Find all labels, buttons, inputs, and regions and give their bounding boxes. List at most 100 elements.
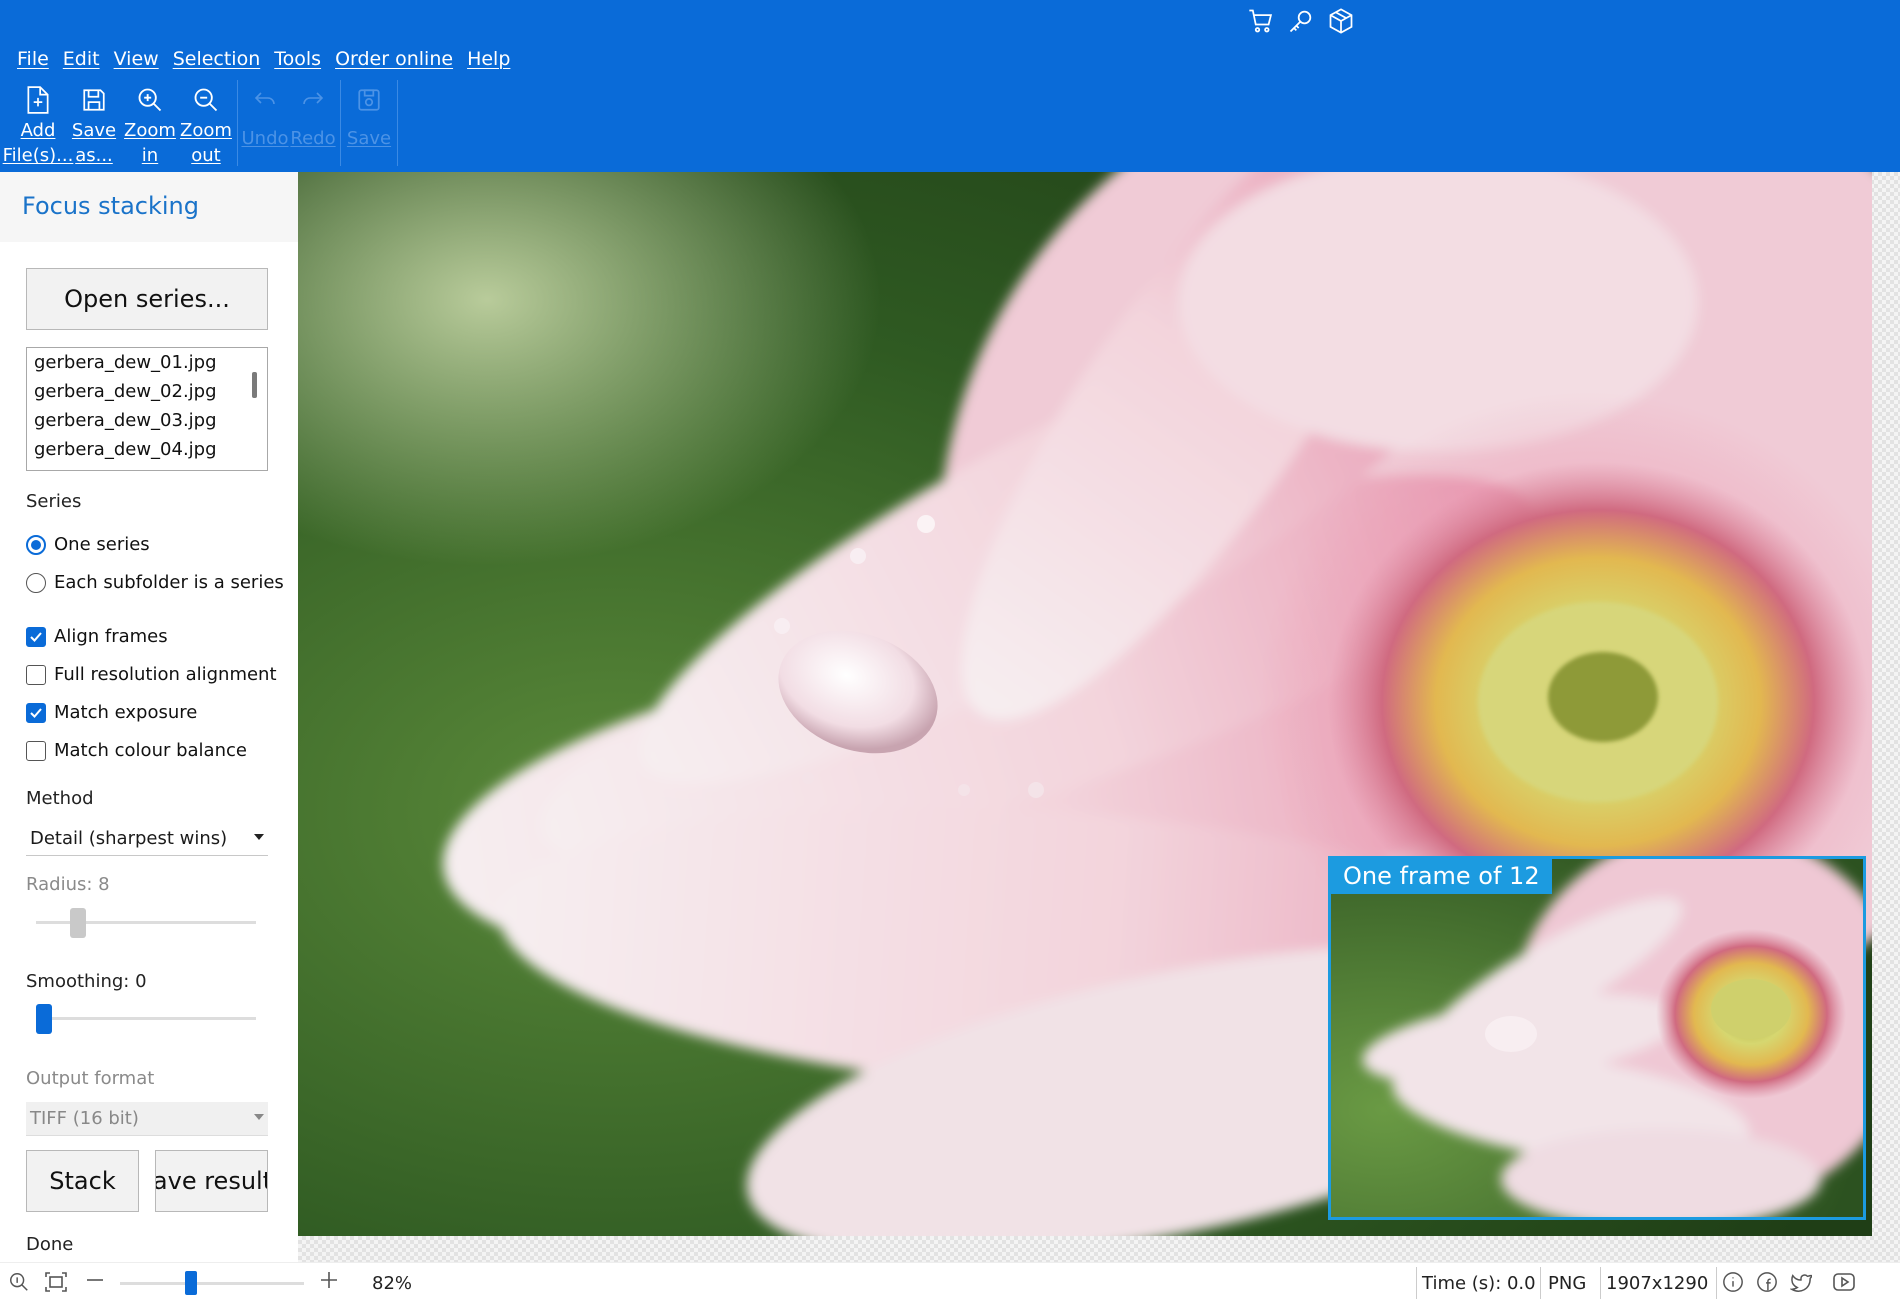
menu-selection[interactable]: Selection [166, 46, 268, 72]
undo-icon [252, 82, 278, 118]
checkbox-full-resolution-alignment[interactable]: Full resolution alignment [26, 664, 277, 685]
redo-icon [300, 82, 326, 118]
inset-label: One frame of 12 [1331, 859, 1552, 894]
save-icon [81, 82, 107, 118]
menu-view[interactable]: View [107, 46, 166, 72]
status-divider [1600, 1267, 1601, 1299]
zoom-reset-icon[interactable] [8, 1271, 30, 1293]
radius-slider[interactable] [36, 908, 256, 938]
sidebar-panel: Focus stacking Open series... gerbera_de… [0, 172, 298, 1270]
file-list-scrollbar[interactable] [252, 372, 257, 398]
status-divider [1540, 1267, 1541, 1299]
menu-tools[interactable]: Tools [267, 46, 328, 72]
top-icons [1246, 6, 1356, 36]
redo-button[interactable]: Redo [289, 80, 337, 168]
save-result-button[interactable]: Save result... [155, 1150, 268, 1212]
radius-slider-thumb[interactable] [70, 908, 86, 938]
key-icon[interactable] [1286, 6, 1316, 36]
series-label: Series [26, 491, 82, 512]
checkbox[interactable] [26, 664, 46, 685]
checkbox-label: Match exposure [54, 702, 198, 723]
menu-order-online[interactable]: Order online [328, 46, 460, 72]
zoom-slider-thumb[interactable] [185, 1271, 197, 1295]
zoom-in-icon[interactable] [318, 1269, 340, 1291]
checkbox[interactable] [26, 626, 46, 647]
zoom-in-label-1: Zoom [124, 120, 176, 141]
checkmark-icon [30, 631, 42, 642]
list-item[interactable]: gerbera_dew_01.jpg [27, 348, 267, 377]
save-as-button[interactable]: Save as... [66, 80, 122, 168]
facebook-icon[interactable] [1756, 1271, 1778, 1293]
menu-bar: File Edit View Selection Tools Order onl… [10, 46, 517, 72]
method-label: Method [26, 788, 94, 809]
file-list[interactable]: gerbera_dew_01.jpg gerbera_dew_02.jpg ge… [26, 347, 268, 471]
save-result-label: Save result... [156, 1167, 267, 1195]
stack-button[interactable]: Stack [26, 1150, 139, 1212]
open-series-button[interactable]: Open series... [26, 268, 268, 330]
slider-track [36, 1017, 256, 1020]
radio-label: One series [54, 534, 150, 555]
undo-label: Undo [241, 128, 289, 149]
app-header: File Edit View Selection Tools Order onl… [0, 0, 1900, 172]
slider-track [36, 921, 256, 924]
checkbox-align-frames[interactable]: Align frames [26, 626, 168, 647]
redo-label: Redo [290, 128, 336, 149]
smoothing-slider-thumb[interactable] [36, 1004, 52, 1034]
output-format-value: TIFF (16 bit) [30, 1108, 139, 1129]
zoom-slider[interactable] [120, 1271, 304, 1295]
method-select[interactable]: Detail (sharpest wins) [26, 822, 268, 856]
zoom-in-button[interactable]: Zoom in [122, 80, 178, 168]
status-divider [1716, 1267, 1717, 1299]
info-icon[interactable] [1722, 1271, 1744, 1293]
checkbox[interactable] [26, 702, 46, 723]
frame-preview-inset[interactable]: One frame of 12 [1328, 856, 1866, 1220]
checkbox[interactable] [26, 740, 46, 761]
box-icon[interactable] [1326, 6, 1356, 36]
frame-preview-image [1331, 859, 1863, 1217]
image-canvas[interactable]: One frame of 12 [298, 172, 1900, 1270]
zoom-level: 82% [372, 1273, 413, 1294]
save-result-toolbar-button[interactable]: Save [344, 80, 394, 168]
toolbar-separator [397, 80, 398, 166]
list-item[interactable]: gerbera_dew_03.jpg [27, 406, 267, 435]
checkbox-label: Full resolution alignment [54, 664, 277, 685]
list-item[interactable]: gerbera_dew_02.jpg [27, 377, 267, 406]
image-dimensions: 1907x1290 [1606, 1273, 1709, 1294]
status-text: Done [26, 1234, 74, 1255]
add-file-icon [25, 82, 51, 118]
zoom-in-icon [136, 82, 164, 118]
fit-screen-icon[interactable] [44, 1271, 68, 1293]
twitter-icon[interactable] [1790, 1271, 1812, 1293]
add-files-label-1: Add [20, 120, 56, 141]
menu-help[interactable]: Help [460, 46, 517, 72]
smoothing-label: Smoothing: 0 [26, 971, 147, 992]
checkbox-label: Align frames [54, 626, 168, 647]
checkbox-match-exposure[interactable]: Match exposure [26, 702, 197, 723]
add-files-button[interactable]: Add File(s)... [3, 80, 73, 168]
list-item[interactable]: gerbera_dew_04.jpg [27, 435, 267, 464]
menu-file[interactable]: File [10, 46, 56, 72]
radio-button[interactable] [26, 572, 46, 593]
checkbox-match-colour-balance[interactable]: Match colour balance [26, 740, 247, 761]
cart-icon[interactable] [1246, 6, 1276, 36]
toolbar-separator [340, 80, 341, 166]
chevron-down-icon [254, 834, 264, 840]
save-as-label-1: Save [71, 120, 117, 141]
zoom-out-icon[interactable] [84, 1269, 106, 1291]
youtube-icon[interactable] [1832, 1271, 1856, 1293]
output-format-select[interactable]: TIFF (16 bit) [26, 1102, 268, 1136]
undo-button[interactable]: Undo [241, 80, 289, 168]
zoom-out-button[interactable]: Zoom out [178, 80, 234, 168]
time-readout: Time (s): 0.0 [1422, 1273, 1536, 1294]
smoothing-slider[interactable] [36, 1004, 256, 1034]
checkmark-icon [30, 707, 42, 718]
zoom-slider-track [120, 1282, 304, 1285]
toolbar-separator [237, 80, 238, 166]
radio-one-series[interactable]: One series [26, 534, 150, 555]
status-divider [1416, 1267, 1417, 1299]
panel-title: Focus stacking [22, 192, 199, 220]
zoom-in-label-2: in [141, 145, 159, 166]
radio-each-subfolder[interactable]: Each subfolder is a series [26, 572, 284, 593]
menu-edit[interactable]: Edit [56, 46, 107, 72]
radio-button[interactable] [26, 534, 46, 555]
